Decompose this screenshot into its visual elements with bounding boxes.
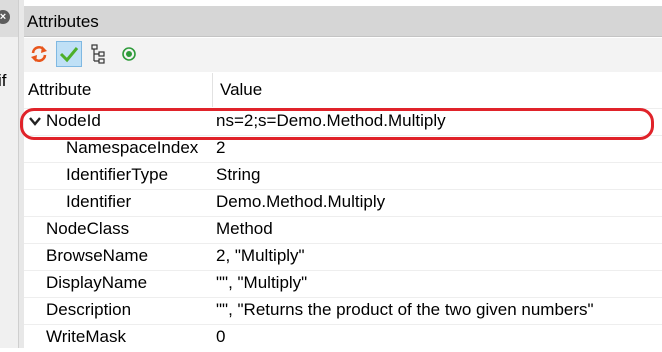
attributes-panel: Attributes Attribute Value NodeId ns=2;s… <box>20 0 662 348</box>
attributes-grid: Attribute Value NodeId ns=2;s=Demo.Metho… <box>20 73 662 348</box>
attribute-value: 2, "Multiply" <box>216 246 305 265</box>
attribute-name: IdentifierType <box>66 165 169 184</box>
toolbar <box>24 38 662 72</box>
attribute-value: 2 <box>216 138 226 157</box>
attribute-name: Identifier <box>66 192 132 211</box>
attribute-value: "", "Multiply" <box>216 273 308 292</box>
attribute-name: NodeClass <box>46 219 130 238</box>
attribute-name: BrowseName <box>46 246 149 265</box>
left-pane-edge: × if <box>0 0 18 348</box>
table-row[interactable]: Identifier Demo.Method.Multiply <box>24 189 662 217</box>
checkmark-icon <box>59 47 79 63</box>
panel-header: Attributes <box>24 6 662 37</box>
close-icon[interactable]: × <box>0 10 10 24</box>
column-header-value[interactable]: Value <box>220 73 262 107</box>
red-highlight-outline <box>20 108 654 140</box>
hierarchy-button[interactable] <box>86 41 112 67</box>
attribute-name: Description <box>46 300 132 319</box>
table-row[interactable]: IdentifierType String <box>24 162 662 190</box>
refresh-icon <box>31 46 47 62</box>
column-separator[interactable] <box>212 73 213 107</box>
table-row[interactable]: DisplayName "", "Multiply" <box>24 270 662 298</box>
attribute-value: "", "Returns the product of the two give… <box>216 300 594 319</box>
attribute-value: String <box>216 165 261 184</box>
table-row[interactable]: Description "", "Returns the product of … <box>24 297 662 325</box>
left-pane-text-fragment: if <box>0 71 7 90</box>
refresh-button[interactable] <box>26 41 52 67</box>
attribute-value: 0 <box>216 327 226 346</box>
target-button[interactable] <box>116 41 142 67</box>
attribute-value: Method <box>216 219 273 238</box>
tree-hierarchy-icon <box>91 44 105 64</box>
validate-button[interactable] <box>56 41 82 67</box>
left-pane-header: × <box>0 0 18 37</box>
attribute-name: NamespaceIndex <box>66 138 199 157</box>
table-row[interactable]: NodeClass Method <box>24 216 662 244</box>
attribute-name: WriteMask <box>46 327 126 346</box>
attribute-value: Demo.Method.Multiply <box>216 192 386 211</box>
table-row[interactable]: BrowseName 2, "Multiply" <box>24 243 662 271</box>
panel-title: Attributes <box>27 12 99 31</box>
attribute-name: DisplayName <box>46 273 148 292</box>
radio-target-icon <box>122 47 136 61</box>
column-header-attribute[interactable]: Attribute <box>28 73 91 107</box>
